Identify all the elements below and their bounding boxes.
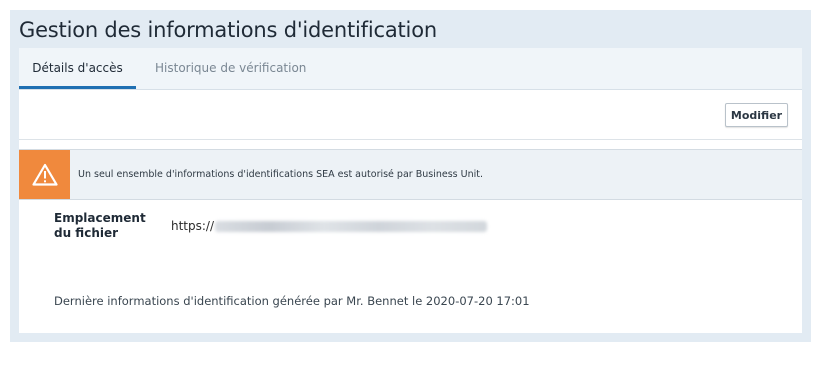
file-location-prefix: https:// (171, 219, 215, 233)
panel-title: Gestion des informations d'identificatio… (19, 18, 437, 42)
last-generated-info: Dernière informations d'identification g… (54, 294, 530, 308)
credentials-panel: Gestion des informations d'identificatio… (10, 10, 811, 342)
content-card: Détails d'accès Historique de vérificati… (19, 48, 802, 333)
file-location-label: Emplacement du fichier (54, 211, 146, 240)
warning-triangle-icon (31, 163, 58, 186)
alert-text: Un seul ensemble d'informations d'identi… (78, 169, 483, 180)
tab-bar: Détails d'accès Historique de vérificati… (19, 48, 802, 90)
toolbar: Modifier (19, 89, 802, 140)
warning-alert: Un seul ensemble d'informations d'identi… (19, 149, 802, 200)
tab-verification-history[interactable]: Historique de vérification (155, 48, 306, 89)
file-location-value: https:// (171, 219, 488, 233)
redacted-url (215, 221, 488, 232)
edit-button[interactable]: Modifier (725, 103, 788, 127)
tab-access-details[interactable]: Détails d'accès (19, 48, 136, 89)
alert-icon-box (19, 150, 70, 199)
